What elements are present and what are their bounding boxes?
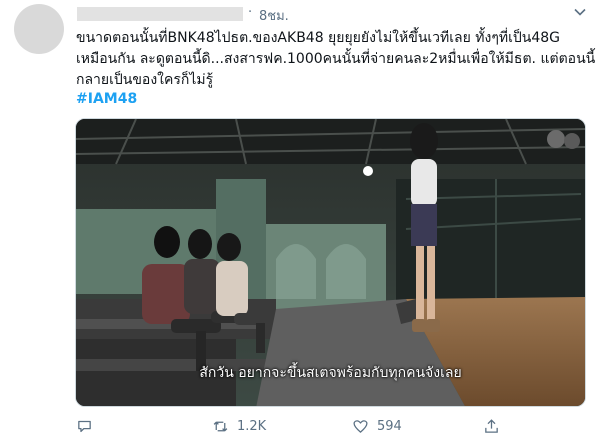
reply-icon <box>78 420 91 433</box>
avatar[interactable] <box>14 4 64 54</box>
like-count: 594 <box>377 419 402 434</box>
media-video-frame[interactable]: สักวัน อยากจะขึ้นสเตจพร้อมกับทุกคนจังเลย <box>75 118 586 407</box>
tweet-text-line: ขนาดตอนนั้นที่BNK48ไปธต.ของAKB48 ยุยยุยย… <box>76 30 560 46</box>
redacted-author-name[interactable] <box>77 7 243 21</box>
hashtag-link[interactable]: #IAM48 <box>76 91 137 107</box>
tweet-actions: 1.2K 594 <box>76 418 591 440</box>
share-icon <box>485 419 498 433</box>
like-button[interactable]: 594 <box>352 418 402 435</box>
tweet-text: ขนาดตอนนั้นที่BNK48ไปธต.ของAKB48 ยุยยุยย… <box>76 28 596 91</box>
video-subtitle: สักวัน อยากจะขึ้นสเตจพร้อมกับทุกคนจังเลย <box>199 365 462 381</box>
retweet-button[interactable]: 1.2K <box>212 418 266 435</box>
heart-icon <box>353 420 368 433</box>
tweet-text-line: กลายเป็นของใครก็ไม่รู้ <box>76 72 214 88</box>
tweet-text-line: เหมือนกัน ละดูตอนนี้ดิ...สงสารฟค.1000คนน… <box>76 51 596 67</box>
separator-dot: · <box>248 5 253 20</box>
tweet-timestamp[interactable]: 8ชม. <box>259 5 289 26</box>
share-button[interactable] <box>483 418 500 435</box>
retweet-count: 1.2K <box>237 419 267 434</box>
chevron-down-icon[interactable] <box>573 5 587 19</box>
retweet-icon <box>213 421 228 432</box>
reply-button[interactable] <box>76 418 93 435</box>
